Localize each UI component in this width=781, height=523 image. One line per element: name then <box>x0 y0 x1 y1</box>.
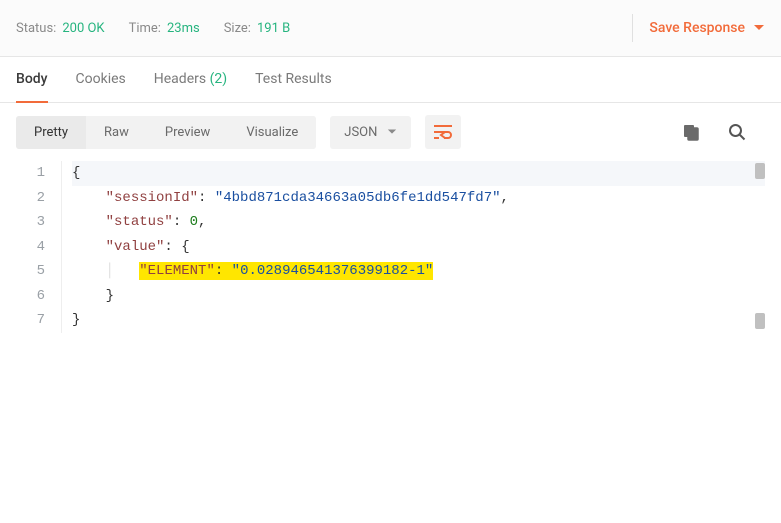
response-body: 1 2 3 4 5 6 7 { "sessionId": "4bbd871cda… <box>0 161 781 333</box>
line-number: 6 <box>0 284 51 309</box>
comma: , <box>198 214 206 230</box>
size-label: Size: <box>224 21 251 36</box>
time-label: Time: <box>129 21 161 36</box>
code-line-7: } <box>72 308 765 333</box>
status-bar: Status: 200 OK Time: 23ms Size: 191 B Sa… <box>0 0 781 57</box>
view-raw-button[interactable]: Raw <box>86 116 147 149</box>
view-visualize-label: Visualize <box>246 125 298 140</box>
json-key: "value" <box>106 239 165 255</box>
line-number: 3 <box>0 210 51 235</box>
colon: : <box>173 214 181 230</box>
copy-icon <box>682 123 700 141</box>
time-value: 23ms <box>167 21 200 36</box>
tab-cookies-label: Cookies <box>76 71 126 87</box>
code-line-6: } <box>72 284 765 309</box>
tab-headers[interactable]: Headers (2) <box>154 57 227 103</box>
comma: , <box>501 190 509 206</box>
size-group: Size: 191 B <box>224 21 291 36</box>
brace-open: { <box>72 165 80 181</box>
view-visualize-button[interactable]: Visualize <box>228 116 316 149</box>
chevron-down-icon <box>753 22 765 34</box>
status-label: Status: <box>16 21 56 36</box>
tab-test-results[interactable]: Test Results <box>255 57 332 103</box>
line-number: 4 <box>0 235 51 260</box>
scrollbar-thumb[interactable] <box>755 163 765 179</box>
highlight: "ELEMENT": "0.028946541376399182-1" <box>139 262 433 280</box>
response-tabs: Body Cookies Headers (2) Test Results <box>0 57 781 103</box>
colon: : <box>215 263 223 279</box>
json-string: "4bbd871cda34663a05db6fe1dd547fd7" <box>215 190 501 206</box>
line-number: 7 <box>0 308 51 333</box>
view-pretty-button[interactable]: Pretty <box>16 116 86 149</box>
brace-close: } <box>106 288 114 304</box>
tab-cookies[interactable]: Cookies <box>76 57 126 103</box>
code-lines[interactable]: { "sessionId": "4bbd871cda34663a05db6fe1… <box>62 161 765 333</box>
code-line-5: │ "ELEMENT": "0.028946541376399182-1" <box>72 259 765 284</box>
line-number: 1 <box>0 161 51 186</box>
code-line-4: "value": { <box>72 235 765 260</box>
colon: : <box>164 239 172 255</box>
line-number: 2 <box>0 186 51 211</box>
view-mode-group: Pretty Raw Preview Visualize <box>16 116 316 149</box>
search-icon <box>728 123 746 141</box>
colon: : <box>198 190 206 206</box>
json-key: "status" <box>106 214 173 230</box>
line-number: 5 <box>0 259 51 284</box>
brace-close: } <box>72 312 80 328</box>
code-line-1: { <box>72 161 765 186</box>
status-group: Status: 200 OK <box>16 21 105 36</box>
format-label: JSON <box>344 125 377 140</box>
view-preview-button[interactable]: Preview <box>147 116 228 149</box>
code-line-2: "sessionId": "4bbd871cda34663a05db6fe1dd… <box>72 186 765 211</box>
time-group: Time: 23ms <box>129 21 200 36</box>
search-button[interactable] <box>719 115 755 149</box>
brace-open: { <box>181 239 189 255</box>
tab-headers-label: Headers <box>154 71 206 87</box>
json-number: 0 <box>190 214 198 230</box>
json-key: "ELEMENT" <box>139 263 215 279</box>
code-line-3: "status": 0, <box>72 210 765 235</box>
format-dropdown[interactable]: JSON <box>330 116 411 149</box>
view-raw-label: Raw <box>104 125 129 140</box>
tab-body-label: Body <box>16 71 48 87</box>
wrap-lines-button[interactable] <box>425 115 461 149</box>
view-pretty-label: Pretty <box>34 125 68 140</box>
copy-button[interactable] <box>673 115 709 149</box>
status-value: 200 OK <box>62 21 104 36</box>
save-response-label: Save Response <box>649 20 745 36</box>
tab-test-results-label: Test Results <box>255 71 332 87</box>
size-value: 191 B <box>257 21 290 36</box>
tab-headers-count: (2) <box>210 71 228 87</box>
tab-body[interactable]: Body <box>16 57 48 103</box>
body-toolbar: Pretty Raw Preview Visualize JSON <box>0 103 781 161</box>
json-string: "0.028946541376399182-1" <box>232 263 434 279</box>
json-key: "sessionId" <box>106 190 198 206</box>
line-gutter: 1 2 3 4 5 6 7 <box>0 161 62 333</box>
save-response-dropdown[interactable]: Save Response <box>649 20 765 36</box>
wrap-icon <box>433 124 453 140</box>
chevron-down-icon <box>387 127 397 137</box>
divider <box>632 14 633 42</box>
scrollbar-thumb[interactable] <box>755 313 765 329</box>
view-preview-label: Preview <box>165 125 210 140</box>
